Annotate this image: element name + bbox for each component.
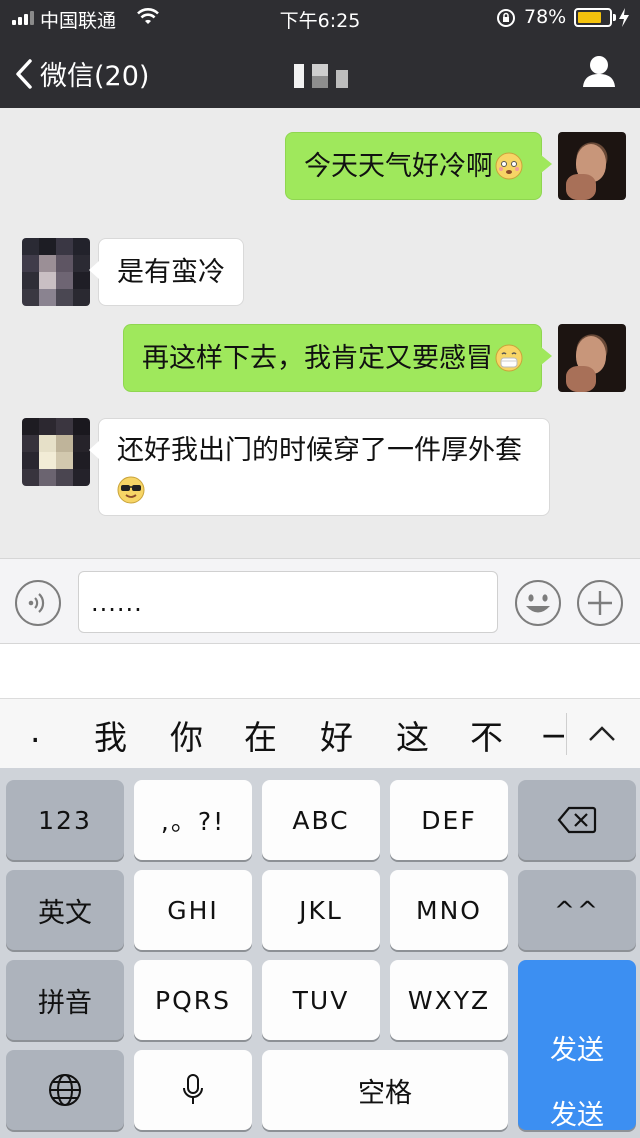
friend-avatar[interactable] bbox=[22, 238, 90, 306]
candidate-item[interactable]: 这 bbox=[396, 711, 429, 759]
key-abc[interactable]: ABC bbox=[262, 780, 380, 860]
input-bar: ...... bbox=[0, 558, 640, 644]
message-bubble-sent[interactable]: 再这样下去，我肯定又要感冒 bbox=[123, 324, 552, 392]
message-bubble-sent[interactable]: 今天天气好冷啊 bbox=[285, 132, 552, 200]
candidate-item[interactable]: . bbox=[30, 711, 41, 750]
key-mno[interactable]: MNO bbox=[390, 870, 508, 950]
charging-bolt-icon bbox=[619, 8, 629, 27]
key-punctuation[interactable]: ,。?! bbox=[134, 780, 252, 860]
cold-face-emoji bbox=[495, 152, 523, 180]
message-text: 再这样下去，我肯定又要感冒 bbox=[142, 343, 493, 374]
delete-key[interactable] bbox=[518, 780, 636, 860]
status-bar: 中国联通 下午6:25 78% bbox=[0, 0, 640, 36]
send-sub-label: 发送 bbox=[550, 1100, 604, 1131]
chat-title-redacted bbox=[294, 64, 348, 88]
candidate-item[interactable]: 你 bbox=[170, 711, 203, 759]
globe-key[interactable] bbox=[6, 1050, 124, 1130]
key-tuv[interactable]: TUV bbox=[262, 960, 380, 1040]
mask-face-emoji bbox=[495, 344, 523, 372]
space-key[interactable]: 空格 bbox=[262, 1050, 508, 1130]
send-key[interactable]: 发送 发送 bbox=[518, 960, 636, 1131]
orientation-lock-icon bbox=[497, 9, 515, 27]
my-avatar[interactable] bbox=[558, 324, 626, 392]
globe-icon bbox=[49, 1074, 81, 1106]
key-english[interactable]: 英文 bbox=[6, 870, 124, 950]
microphone-key[interactable] bbox=[134, 1050, 252, 1130]
key-ghi[interactable]: GHI bbox=[134, 870, 252, 950]
key-pqrs[interactable]: PQRS bbox=[134, 960, 252, 1040]
keyboard: 123 ,。?! ABC DEF 英文 GHI JKL MNO ^^ 拼音 PQ… bbox=[0, 768, 640, 1138]
back-label: 微信(20) bbox=[40, 61, 150, 92]
delete-icon bbox=[557, 806, 597, 834]
candidate-bar: . 我 你 在 好 这 不 一 bbox=[0, 698, 640, 768]
divider bbox=[566, 713, 567, 755]
candidate-item[interactable]: 一 bbox=[542, 711, 564, 759]
candidate-item[interactable]: 我 bbox=[94, 711, 127, 759]
emoji-icon[interactable] bbox=[514, 579, 562, 627]
battery-icon bbox=[574, 8, 616, 27]
candidate-item[interactable]: 不 bbox=[470, 711, 503, 759]
top-bar: 中国联通 下午6:25 78% 微信(20) bbox=[0, 0, 640, 108]
my-avatar[interactable] bbox=[558, 132, 626, 200]
candidate-item[interactable]: 在 bbox=[244, 711, 277, 759]
sunglasses-face-emoji bbox=[117, 476, 145, 504]
back-button[interactable]: 微信(20) bbox=[14, 54, 149, 93]
chat-area[interactable]: 今天天气好冷啊 是有蛮冷 再这样下去，我肯定又要感冒 还好我出门的时候穿了一件厚… bbox=[0, 108, 640, 558]
key-123[interactable]: 123 bbox=[6, 780, 124, 860]
contact-profile-icon[interactable] bbox=[582, 54, 616, 88]
message-bubble-received[interactable]: 是有蛮冷 bbox=[89, 238, 244, 306]
candidate-item[interactable]: 好 bbox=[320, 711, 353, 759]
collapse-chevron-icon[interactable] bbox=[586, 719, 618, 749]
key-def[interactable]: DEF bbox=[390, 780, 508, 860]
message-text: 是有蛮冷 bbox=[117, 257, 225, 288]
send-label: 发送 bbox=[550, 1035, 604, 1066]
message-text: 今天天气好冷啊 bbox=[304, 151, 493, 182]
add-icon[interactable] bbox=[576, 579, 624, 627]
blank-area bbox=[0, 644, 640, 698]
friend-avatar[interactable] bbox=[22, 418, 90, 486]
voice-icon[interactable] bbox=[14, 579, 62, 627]
key-emoticon[interactable]: ^^ bbox=[518, 870, 636, 950]
microphone-icon bbox=[183, 1074, 203, 1104]
message-text: 还好我出门的时候穿了一件厚外套 bbox=[117, 435, 522, 466]
key-jkl[interactable]: JKL bbox=[262, 870, 380, 950]
back-chevron-icon bbox=[16, 58, 32, 89]
message-bubble-received[interactable]: 还好我出门的时候穿了一件厚外套 bbox=[89, 418, 550, 516]
battery-percent: 78% bbox=[524, 6, 567, 28]
key-wxyz[interactable]: WXYZ bbox=[390, 960, 508, 1040]
key-pinyin[interactable]: 拼音 bbox=[6, 960, 124, 1040]
message-input[interactable]: ...... bbox=[78, 571, 498, 633]
